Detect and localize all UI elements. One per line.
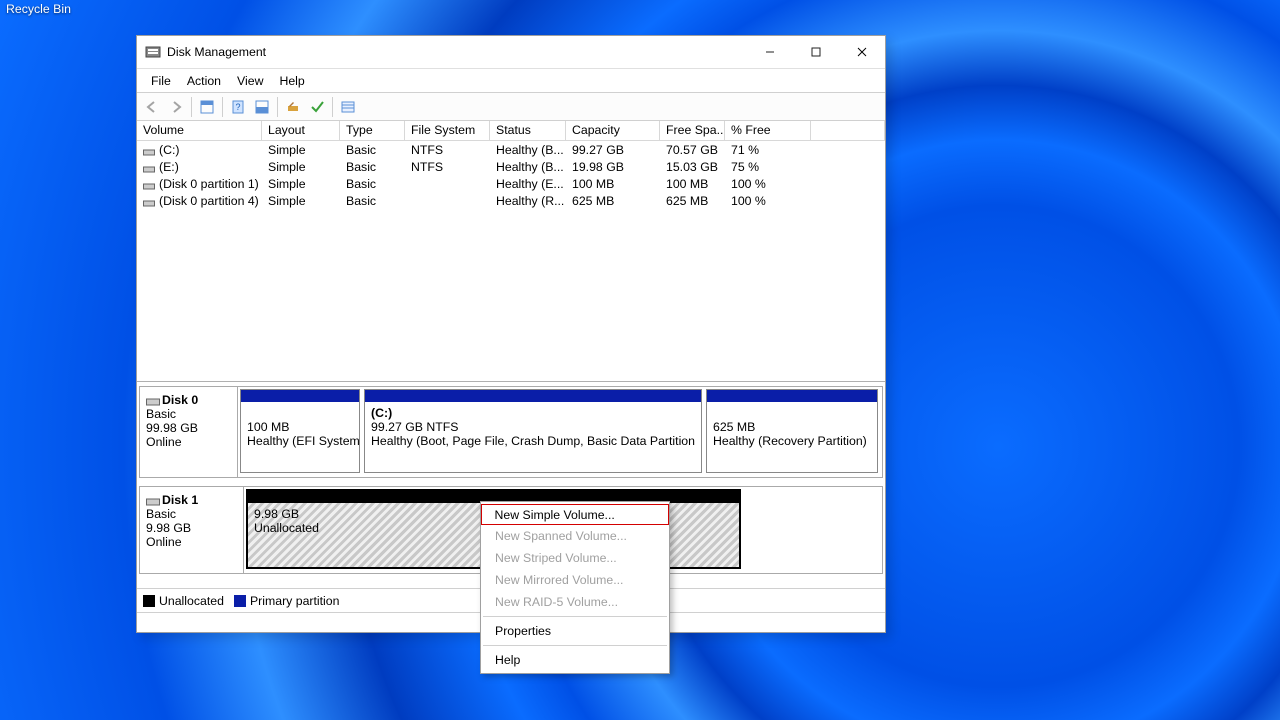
ctx-new-raid5-volume: New RAID-5 Volume... [481, 591, 669, 613]
close-button[interactable] [839, 36, 885, 69]
swatch-primary [234, 595, 246, 607]
swatch-unallocated [143, 595, 155, 607]
help-icon[interactable]: ? [226, 96, 250, 118]
back-button[interactable] [140, 96, 164, 118]
col-fs[interactable]: File System [405, 121, 490, 140]
recycle-bin-label[interactable]: Recycle Bin [6, 2, 71, 16]
ctx-help[interactable]: Help [481, 649, 669, 671]
ctx-new-striped-volume: New Striped Volume... [481, 547, 669, 569]
settings-icon[interactable] [281, 96, 305, 118]
col-pfree[interactable]: % Free [725, 121, 811, 140]
col-capacity[interactable]: Capacity [566, 121, 660, 140]
list-icon[interactable] [336, 96, 360, 118]
volume-disk-icon [143, 163, 155, 172]
checkmark-icon[interactable] [305, 96, 329, 118]
menu-bar: File Action View Help [137, 69, 885, 93]
ctx-properties[interactable]: Properties [481, 620, 669, 642]
disk-icon [146, 496, 160, 506]
disk0-label[interactable]: Disk 0 Basic 99.98 GB Online [140, 387, 238, 477]
forward-button[interactable] [164, 96, 188, 118]
volume-disk-icon [143, 197, 155, 206]
menu-help[interactable]: Help [271, 72, 312, 90]
toolbar: ? [137, 93, 885, 121]
disk0-part-recovery[interactable]: 625 MB Healthy (Recovery Partition) [706, 389, 878, 473]
menu-action[interactable]: Action [179, 72, 229, 90]
disk0-part-efi[interactable]: 100 MB Healthy (EFI System P [240, 389, 360, 473]
volume-row[interactable]: (Disk 0 partition 1)SimpleBasicHealthy (… [137, 175, 885, 192]
volume-list[interactable]: Volume Layout Type File System Status Ca… [137, 121, 885, 381]
context-menu: New Simple Volume... New Spanned Volume.… [480, 501, 670, 674]
ctx-new-simple-volume[interactable]: New Simple Volume... [481, 504, 669, 525]
col-free[interactable]: Free Spa... [660, 121, 725, 140]
volume-row[interactable]: (Disk 0 partition 4)SimpleBasicHealthy (… [137, 192, 885, 209]
col-layout[interactable]: Layout [262, 121, 340, 140]
volume-list-header: Volume Layout Type File System Status Ca… [137, 121, 885, 141]
minimize-button[interactable] [747, 36, 793, 69]
volume-disk-icon [143, 146, 155, 155]
disk1-label[interactable]: Disk 1 Basic 9.98 GB Online [140, 487, 244, 573]
window-title: Disk Management [167, 45, 747, 59]
desktop: Recycle Bin Disk Management File Action … [0, 0, 1280, 720]
volume-row[interactable]: (E:)SimpleBasicNTFSHealthy (B...19.98 GB… [137, 158, 885, 175]
menu-file[interactable]: File [143, 72, 179, 90]
svg-text:?: ? [235, 102, 240, 112]
col-volume[interactable]: Volume [137, 121, 262, 140]
col-type[interactable]: Type [340, 121, 405, 140]
col-status[interactable]: Status [490, 121, 566, 140]
volume-row[interactable]: (C:)SimpleBasicNTFSHealthy (B...99.27 GB… [137, 141, 885, 158]
volume-disk-icon [143, 180, 155, 189]
maximize-button[interactable] [793, 36, 839, 69]
ctx-new-mirrored-volume: New Mirrored Volume... [481, 569, 669, 591]
ctx-new-spanned-volume: New Spanned Volume... [481, 525, 669, 547]
disk0-part-c[interactable]: (C:) 99.27 GB NTFS Healthy (Boot, Page F… [364, 389, 702, 473]
title-bar: Disk Management [137, 36, 885, 69]
disk0-block: Disk 0 Basic 99.98 GB Online 100 MB Heal… [139, 386, 883, 478]
show-bottom-icon[interactable] [250, 96, 274, 118]
disk-management-icon [145, 44, 161, 60]
show-top-icon[interactable] [195, 96, 219, 118]
disk-icon [146, 396, 160, 406]
menu-view[interactable]: View [229, 72, 271, 90]
